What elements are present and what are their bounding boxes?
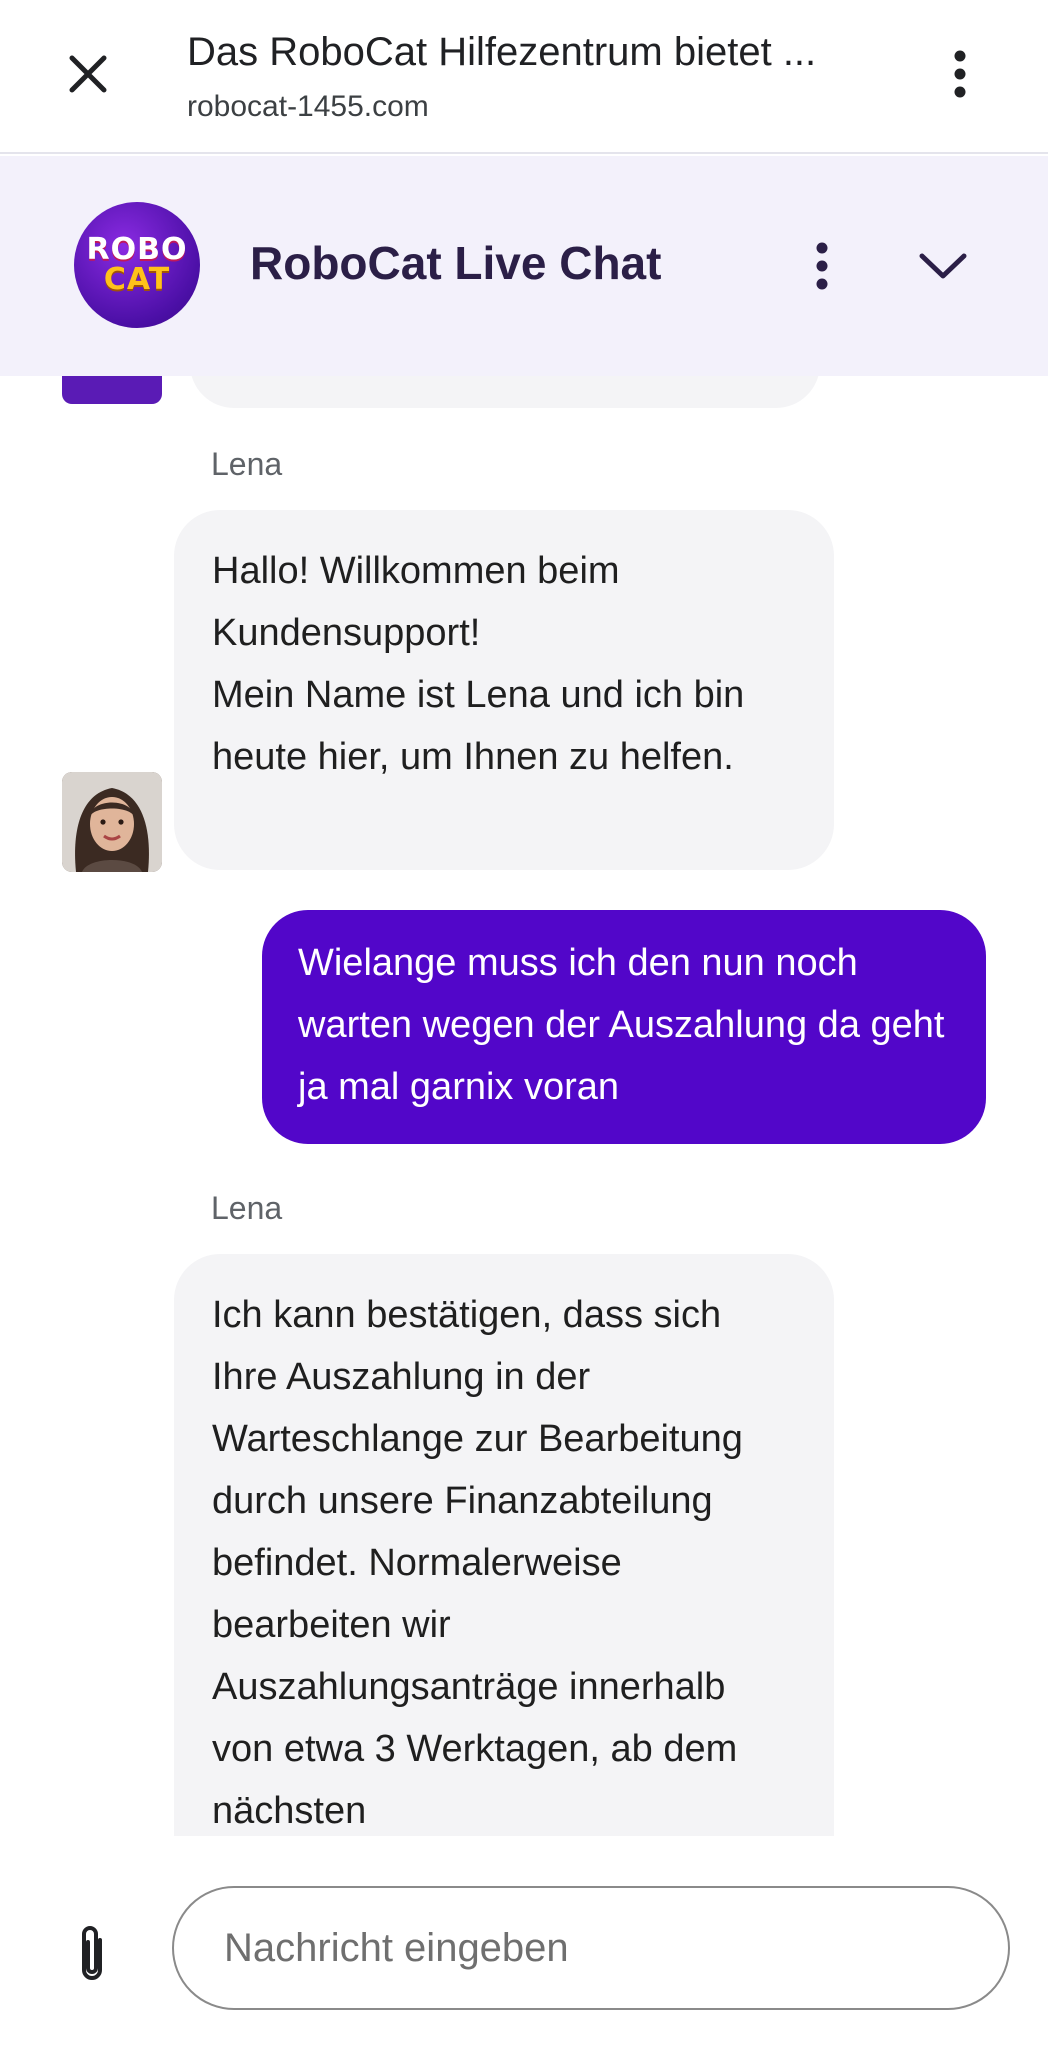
browser-toolbar: Das RoboCat Hilfezentrum bietet ... robo…: [0, 0, 1048, 154]
chat-header: ROBO CAT RoboCat Live Chat: [0, 156, 1048, 376]
chat-title: RoboCat Live Chat: [250, 237, 662, 289]
chevron-down-icon[interactable]: [910, 238, 976, 294]
logo-text-top: ROBO: [86, 232, 188, 267]
message-bubble-partial: [190, 376, 820, 408]
incoming-message-bubble: Hallo! Willkommen beim Kundensupport! Me…: [174, 510, 834, 870]
close-icon[interactable]: [56, 42, 120, 106]
message-composer: [0, 1836, 1048, 2048]
paperclip-icon[interactable]: [64, 1914, 120, 1994]
outgoing-message-bubble: Wielange muss ich den nun noch warten we…: [262, 910, 986, 1144]
agent-avatar: [62, 772, 162, 872]
robocat-logo: ROBO CAT: [74, 202, 200, 328]
incoming-message-bubble: Ich kann bestätigen, dass sich Ihre Ausz…: [174, 1254, 834, 1836]
logo-text-bottom: CAT: [103, 262, 171, 297]
chat-more-vert-icon[interactable]: [802, 236, 842, 296]
page-url[interactable]: robocat-1455.com: [187, 90, 429, 124]
more-vert-icon[interactable]: [936, 46, 984, 102]
message-sender: Lena: [211, 1190, 283, 1226]
avatar-partial: [62, 376, 162, 404]
message-input[interactable]: [172, 1886, 1010, 2010]
message-list[interactable]: Lena Hallo! Willkommen beim Kundensuppor…: [0, 376, 1048, 1836]
page-title: Das RoboCat Hilfezentrum bietet ...: [187, 30, 817, 74]
message-sender: Lena: [211, 446, 283, 482]
